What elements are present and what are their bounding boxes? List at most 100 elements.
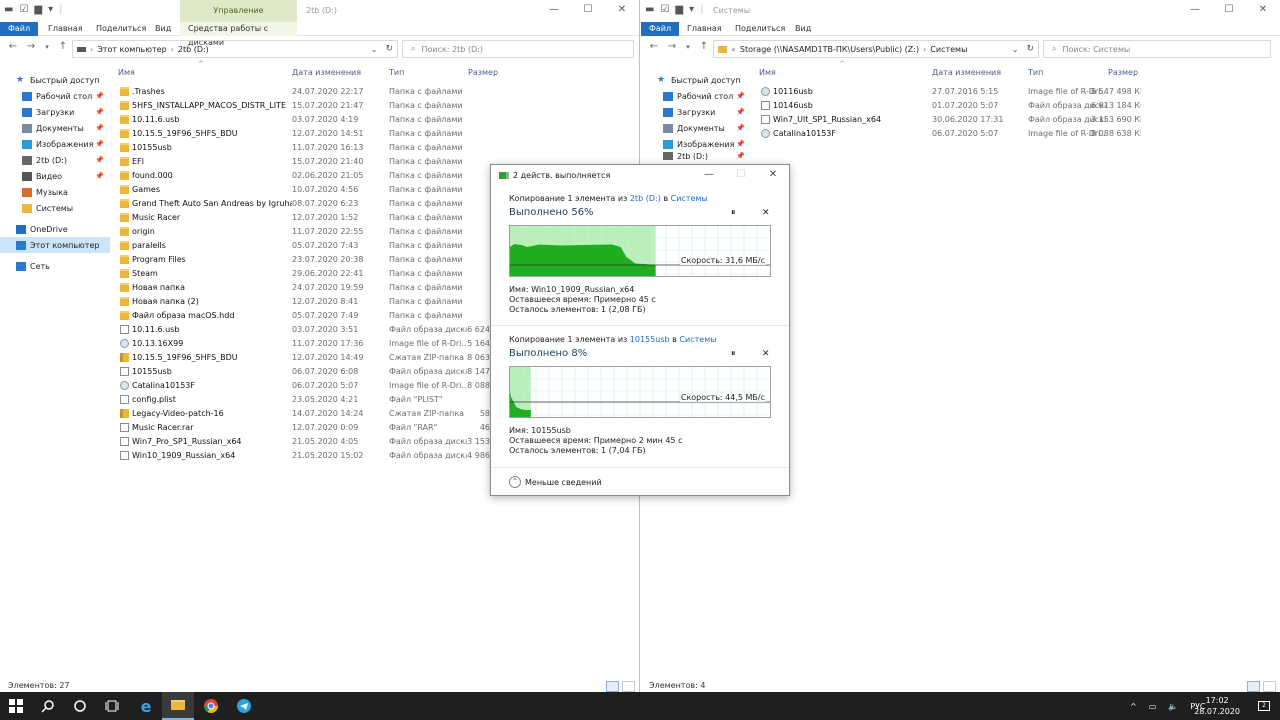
address-dropdown-icon[interactable]: ⌄ bbox=[371, 45, 378, 54]
recent-locations-icon[interactable]: ▾ bbox=[40, 43, 54, 51]
refresh-icon[interactable]: ↻ bbox=[385, 44, 393, 54]
address-bar[interactable]: › Этот компьютер › 2tb (D:) ⌄ ↻ bbox=[72, 40, 398, 58]
forward-icon[interactable]: → bbox=[665, 41, 679, 52]
recent-locations-icon[interactable]: ▾ bbox=[681, 43, 695, 51]
tab-drive-tools[interactable]: Средства работы с дисками bbox=[180, 22, 297, 47]
file-row[interactable]: .Trashes 24.07.2020 22:17 Папка с файлами bbox=[110, 85, 639, 99]
search-box[interactable]: ⌕ Поиск: 2tb (D:) bbox=[402, 40, 634, 58]
nav-item[interactable]: OneDrive bbox=[0, 221, 110, 237]
forward-icon[interactable]: → bbox=[24, 41, 38, 52]
pin-icon[interactable]: 📌 bbox=[95, 92, 104, 100]
start-button[interactable] bbox=[0, 692, 32, 720]
refresh-icon[interactable]: ↻ bbox=[1026, 44, 1034, 54]
minimize-button[interactable]: — bbox=[1178, 0, 1212, 20]
column-size[interactable]: Размер bbox=[468, 68, 498, 77]
nav-item[interactable]: Рабочий стол 📌 bbox=[641, 88, 751, 104]
breadcrumb-storage[interactable]: Storage (\\NASAMD1TB-ПК\Users\Public) (Z… bbox=[740, 45, 919, 54]
column-size[interactable]: Размер bbox=[1108, 68, 1138, 77]
nav-item[interactable]: ★ Быстрый доступ bbox=[0, 72, 110, 88]
file-row[interactable]: 10146usb 01.07.2020 5:07 Файл образа диска… bbox=[751, 99, 1271, 113]
manage-context-tab[interactable]: Управление bbox=[180, 0, 297, 22]
show-hidden-icons-icon[interactable]: ^ bbox=[1130, 702, 1137, 711]
pin-icon[interactable]: 📌 bbox=[95, 172, 104, 180]
address-dropdown-icon[interactable]: ⌄ bbox=[1012, 45, 1019, 54]
cortana-button[interactable] bbox=[64, 692, 96, 720]
minimize-button[interactable]: — bbox=[537, 0, 571, 20]
pin-icon[interactable]: 📌 bbox=[95, 140, 104, 148]
telegram-taskbar-button[interactable] bbox=[228, 692, 260, 720]
new-folder-icon[interactable]: ▆ bbox=[34, 4, 42, 16]
close-button[interactable]: ✕ bbox=[757, 165, 789, 185]
source-link[interactable]: 2tb (D:) bbox=[630, 194, 661, 203]
breadcrumb-drive[interactable]: 2tb (D:) bbox=[178, 45, 209, 54]
nav-item[interactable]: Сеть bbox=[0, 258, 110, 274]
pin-icon[interactable]: 📌 bbox=[736, 124, 745, 132]
up-icon[interactable]: ↑ bbox=[697, 41, 711, 52]
up-icon[interactable]: ↑ bbox=[56, 41, 70, 52]
tiles-view-icon[interactable] bbox=[622, 681, 635, 692]
nav-item[interactable]: ★ Быстрый доступ bbox=[641, 72, 751, 88]
close-button[interactable]: ✕ bbox=[1246, 0, 1280, 20]
file-row[interactable]: 10.11.6.usb 03.07.2020 4:19 Папка с файлам… bbox=[110, 113, 639, 127]
file-row[interactable]: 10155usb 11.07.2020 16:13 Папка с файлами bbox=[110, 141, 639, 155]
maximize-button[interactable]: ☐ bbox=[571, 0, 605, 20]
action-center-button[interactable]: 2 bbox=[1248, 692, 1280, 720]
pause-button[interactable]: ⏸ bbox=[731, 208, 736, 218]
nav-item[interactable]: Видео 📌 bbox=[0, 168, 110, 184]
nav-item[interactable]: Изображения 📌 bbox=[0, 136, 110, 152]
customize-toolbar-icon[interactable]: ▾ bbox=[48, 4, 53, 16]
pin-icon[interactable]: 📌 bbox=[95, 124, 104, 132]
column-date[interactable]: Дата изменения bbox=[932, 68, 1001, 77]
customize-toolbar-icon[interactable]: ▾ bbox=[689, 4, 694, 16]
details-view-icon[interactable] bbox=[606, 681, 619, 692]
search-box[interactable]: ⌕ Поиск: Системы bbox=[1043, 40, 1271, 58]
nav-item[interactable]: 2tb (D:) 📌 bbox=[641, 152, 751, 160]
pin-icon[interactable]: 📌 bbox=[736, 152, 745, 160]
network-icon[interactable]: ▭ bbox=[1149, 702, 1157, 711]
address-bar[interactable]: « Storage (\\NASAMD1TB-ПК\Users\Public) … bbox=[713, 40, 1039, 58]
nav-item[interactable]: Документы 📌 bbox=[641, 120, 751, 136]
search-taskbar-button[interactable] bbox=[32, 692, 64, 720]
destination-link[interactable]: Системы bbox=[679, 335, 716, 344]
destination-link[interactable]: Системы bbox=[671, 194, 708, 203]
maximize-button[interactable]: ☐ bbox=[1212, 0, 1246, 20]
tiles-view-icon[interactable] bbox=[1263, 681, 1276, 692]
edge-taskbar-button[interactable]: e bbox=[130, 692, 162, 720]
nav-item[interactable]: Загрузки 📌 bbox=[641, 104, 751, 120]
back-icon[interactable]: ← bbox=[647, 41, 661, 52]
column-name[interactable]: Имя bbox=[759, 68, 776, 77]
pin-icon[interactable]: 📌 bbox=[95, 108, 104, 116]
cancel-button[interactable]: ✕ bbox=[762, 349, 770, 359]
file-row[interactable]: Win7_Ult_SP1_Russian_x64 30.06.2020 17:31… bbox=[751, 113, 1271, 127]
column-name[interactable]: Имя bbox=[118, 68, 135, 77]
tab-view[interactable]: Вид bbox=[787, 22, 819, 36]
tab-home[interactable]: Главная bbox=[679, 22, 730, 36]
tab-share[interactable]: Поделиться bbox=[727, 22, 793, 36]
tab-share[interactable]: Поделиться bbox=[88, 22, 154, 36]
properties-icon[interactable]: ☑ bbox=[660, 4, 669, 16]
tab-file[interactable]: Файл bbox=[0, 22, 38, 36]
back-icon[interactable]: ← bbox=[6, 41, 20, 52]
nav-item[interactable]: Системы bbox=[0, 200, 110, 216]
fewer-details-button[interactable]: ⌃ Меньше сведений bbox=[509, 476, 602, 488]
tab-file[interactable]: Файл bbox=[641, 22, 679, 36]
close-button[interactable]: ✕ bbox=[605, 0, 639, 20]
nav-item[interactable]: 2tb (D:) 📌 bbox=[0, 152, 110, 168]
nav-item[interactable]: Музыка bbox=[0, 184, 110, 200]
column-type[interactable]: Тип bbox=[389, 68, 404, 77]
nav-item[interactable]: Этот компьютер bbox=[0, 237, 110, 253]
volume-icon[interactable]: 🔈 bbox=[1168, 702, 1178, 711]
breadcrumb-folder[interactable]: Системы bbox=[930, 45, 967, 54]
pin-icon[interactable]: 📌 bbox=[736, 92, 745, 100]
nav-item[interactable]: Изображения 📌 bbox=[641, 136, 751, 152]
cancel-button[interactable]: ✕ bbox=[762, 208, 770, 218]
pin-icon[interactable]: 📌 bbox=[736, 140, 745, 148]
file-row[interactable]: 10.15.5_19F96_5HFS_BDU 12.07.2020 14:51 Па… bbox=[110, 127, 639, 141]
nav-item[interactable]: Рабочий стол 📌 bbox=[0, 88, 110, 104]
window-menu-icon[interactable]: ▬ bbox=[645, 4, 654, 16]
minimize-button[interactable]: — bbox=[693, 165, 725, 185]
new-folder-icon[interactable]: ▆ bbox=[675, 4, 683, 16]
task-view-button[interactable] bbox=[96, 692, 128, 720]
details-view-icon[interactable] bbox=[1247, 681, 1260, 692]
nav-item[interactable]: Документы 📌 bbox=[0, 120, 110, 136]
